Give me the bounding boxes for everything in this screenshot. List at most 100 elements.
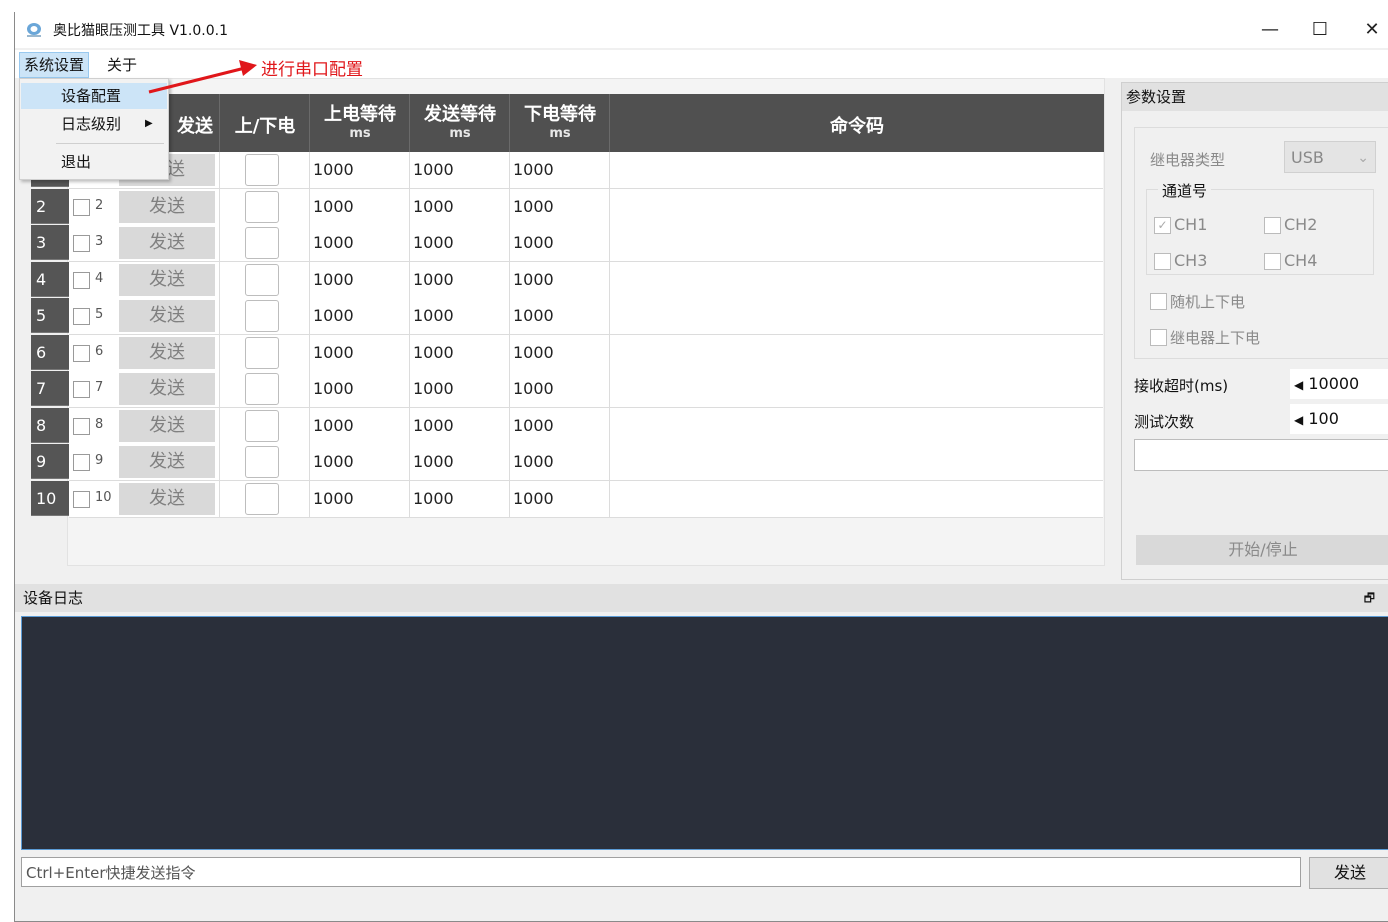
row-send-button[interactable]: 发送 xyxy=(119,227,215,259)
column-divider xyxy=(219,188,220,225)
row-checkbox-label: 9 xyxy=(95,453,104,468)
power-off-wait-cell[interactable]: 1000 xyxy=(513,306,554,325)
send-wait-cell[interactable]: 1000 xyxy=(413,270,454,289)
command-code-cell[interactable] xyxy=(629,197,1089,217)
command-code-cell[interactable] xyxy=(629,270,1089,290)
send-wait-cell[interactable]: 1000 xyxy=(413,416,454,435)
row-send-button[interactable]: 发送 xyxy=(119,373,215,405)
header-power: 上/下电 xyxy=(219,94,310,152)
param-text-input[interactable] xyxy=(1134,439,1388,471)
minimize-button[interactable]: — xyxy=(1247,16,1293,44)
power-toggle[interactable] xyxy=(245,190,279,223)
start-stop-button[interactable]: 开始/停止 xyxy=(1136,535,1388,565)
send-wait-cell[interactable]: 1000 xyxy=(413,160,454,179)
column-divider xyxy=(219,225,220,261)
power-on-wait-cell[interactable]: 1000 xyxy=(313,233,354,252)
column-divider xyxy=(409,444,410,480)
column-divider xyxy=(609,407,610,444)
ch2-checkbox xyxy=(1264,217,1281,234)
log-send-button[interactable]: 发送 xyxy=(1309,857,1388,889)
power-off-wait-cell[interactable]: 1000 xyxy=(513,379,554,398)
test-count-spinbox[interactable]: ◀ 100 xyxy=(1290,404,1388,434)
restore-icon[interactable]: 🗗 xyxy=(1364,584,1375,612)
row-select-checkbox[interactable] xyxy=(73,198,90,216)
power-toggle[interactable] xyxy=(245,373,279,405)
row-select-checkbox[interactable] xyxy=(73,417,90,435)
power-toggle[interactable] xyxy=(245,263,279,296)
column-divider xyxy=(309,444,310,480)
power-toggle[interactable] xyxy=(245,446,279,478)
menu-log-level[interactable]: 日志级别 ▶ xyxy=(21,111,167,137)
power-on-wait-cell[interactable]: 1000 xyxy=(313,306,354,325)
power-on-wait-cell[interactable]: 1000 xyxy=(313,379,354,398)
command-code-cell[interactable] xyxy=(629,416,1089,436)
row-send-button[interactable]: 发送 xyxy=(119,446,215,478)
power-off-wait-cell[interactable]: 1000 xyxy=(513,233,554,252)
recv-timeout-spinbox[interactable]: ◀ 10000 xyxy=(1290,369,1388,399)
command-code-cell[interactable] xyxy=(629,379,1089,399)
device-log-output[interactable] xyxy=(21,616,1388,850)
power-toggle[interactable] xyxy=(245,227,279,259)
row-checkbox-label: 6 xyxy=(95,343,104,359)
power-toggle[interactable] xyxy=(245,409,279,442)
send-wait-cell[interactable]: 1000 xyxy=(413,343,454,362)
column-divider xyxy=(309,298,310,334)
row-send-button[interactable]: 发送 xyxy=(119,300,215,332)
power-on-wait-cell[interactable]: 1000 xyxy=(313,416,354,435)
power-off-wait-cell[interactable]: 1000 xyxy=(513,343,554,362)
send-wait-cell[interactable]: 1000 xyxy=(413,379,454,398)
power-on-wait-cell[interactable]: 1000 xyxy=(313,197,354,216)
relay-type-select[interactable]: USB ⌄ xyxy=(1284,141,1376,173)
power-on-wait-cell[interactable]: 1000 xyxy=(313,160,354,179)
row-checkbox-label: 7 xyxy=(95,380,104,395)
menu-exit[interactable]: 退出 xyxy=(21,149,167,175)
command-code-cell[interactable] xyxy=(629,306,1089,326)
close-button[interactable]: ✕ xyxy=(1349,16,1388,44)
power-toggle[interactable] xyxy=(245,336,279,369)
power-off-wait-cell[interactable]: 1000 xyxy=(513,452,554,471)
row-select-checkbox[interactable] xyxy=(73,271,90,289)
power-off-wait-cell[interactable]: 1000 xyxy=(513,270,554,289)
row-send-button[interactable]: 发送 xyxy=(119,482,215,515)
power-on-wait-cell[interactable]: 1000 xyxy=(313,270,354,289)
power-on-wait-cell[interactable]: 1000 xyxy=(313,343,354,362)
send-wait-cell[interactable]: 1000 xyxy=(413,233,454,252)
row-send-button[interactable]: 发送 xyxy=(119,336,215,369)
power-off-wait-cell[interactable]: 1000 xyxy=(513,197,554,216)
command-code-cell[interactable] xyxy=(629,452,1089,472)
power-on-wait-cell[interactable]: 1000 xyxy=(313,452,354,471)
power-off-wait-cell[interactable]: 1000 xyxy=(513,489,554,508)
command-code-cell[interactable] xyxy=(629,489,1089,509)
row-select-checkbox[interactable] xyxy=(73,344,90,362)
send-wait-cell[interactable]: 1000 xyxy=(413,452,454,471)
power-toggle[interactable] xyxy=(245,154,279,186)
row-select-checkbox[interactable] xyxy=(73,490,90,508)
row-select-checkbox[interactable] xyxy=(73,235,90,252)
header-unit-3: ms xyxy=(549,126,571,141)
command-code-cell[interactable] xyxy=(629,233,1089,253)
command-code-cell[interactable] xyxy=(629,160,1089,180)
menu-about[interactable]: 关于 xyxy=(103,53,141,77)
command-code-cell[interactable] xyxy=(629,343,1089,363)
send-wait-cell[interactable]: 1000 xyxy=(413,306,454,325)
row-send-button[interactable]: 发送 xyxy=(119,190,215,223)
command-input[interactable]: Ctrl+Enter快捷发送指令 xyxy=(21,857,1301,887)
menu-system-settings[interactable]: 系统设置 xyxy=(19,52,90,78)
power-toggle[interactable] xyxy=(245,482,279,515)
maximize-button[interactable]: ☐ xyxy=(1297,16,1343,44)
row-select-checkbox[interactable] xyxy=(73,381,90,398)
column-divider xyxy=(409,371,410,407)
send-wait-cell[interactable]: 1000 xyxy=(413,197,454,216)
row-send-button[interactable]: 发送 xyxy=(119,409,215,442)
row-send-button[interactable]: 发送 xyxy=(119,263,215,296)
annotation-arrow-icon xyxy=(148,60,257,94)
spin-left-arrow-icon: ◀ xyxy=(1294,378,1304,392)
row-select-checkbox[interactable] xyxy=(73,308,90,325)
power-off-wait-cell[interactable]: 1000 xyxy=(513,416,554,435)
column-divider xyxy=(309,188,310,225)
power-on-wait-cell[interactable]: 1000 xyxy=(313,489,354,508)
row-select-checkbox[interactable] xyxy=(73,454,90,471)
send-wait-cell[interactable]: 1000 xyxy=(413,489,454,508)
power-off-wait-cell[interactable]: 1000 xyxy=(513,160,554,179)
power-toggle[interactable] xyxy=(245,300,279,332)
